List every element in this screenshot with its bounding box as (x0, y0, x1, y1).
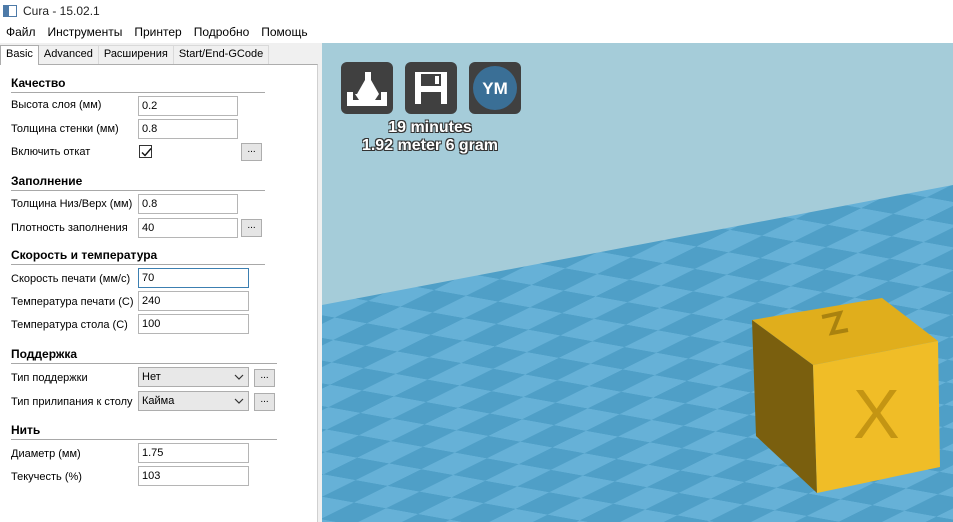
settings-tabs: Basic Advanced Расширения Start/End-GCod… (0, 45, 318, 65)
section-divider (11, 439, 277, 440)
retraction-settings-button[interactable]: ... (241, 143, 262, 161)
bottom-top-thickness-input[interactable]: 0.8 (138, 194, 238, 214)
support-type-value: Нет (142, 371, 161, 383)
fill-settings-button[interactable]: ... (241, 219, 262, 237)
adhesion-type-value: Кайма (142, 395, 175, 407)
print-material-text: 1.92 meter 6 gram (361, 137, 499, 154)
support-type-select[interactable]: Нет (138, 367, 249, 387)
save-icon (415, 72, 447, 104)
menu-help[interactable]: Помощь (255, 22, 313, 43)
filament-diameter-input[interactable]: 1.75 (138, 443, 249, 463)
section-title-support: Поддержка (11, 347, 78, 361)
section-divider (11, 92, 265, 93)
menu-machine[interactable]: Принтер (128, 22, 187, 43)
cube-x-label: X (853, 375, 900, 453)
print-speed-input[interactable]: 70 (138, 268, 249, 288)
adhesion-type-label: Тип прилипания к столу (11, 396, 133, 408)
adhesion-settings-button[interactable]: ... (254, 393, 275, 411)
section-title-filament: Нить (11, 423, 41, 437)
build-plate-scene: X (322, 43, 953, 522)
support-type-label: Тип поддержки (11, 372, 88, 384)
youmagine-button[interactable]: YM (469, 62, 521, 114)
menu-expert[interactable]: Подробно (188, 22, 256, 43)
print-temperature-label: Температура печати (С) (11, 296, 134, 308)
chevron-down-icon (234, 392, 244, 416)
menu-tools[interactable]: Инструменты (42, 22, 129, 43)
load-model-icon (347, 72, 387, 106)
retraction-checkbox[interactable] (139, 145, 152, 158)
title-bar: Cura - 15.02.1 (0, 0, 953, 22)
section-divider (11, 190, 265, 191)
bottom-top-thickness-label: Толщина Низ/Верх (мм) (11, 198, 133, 210)
section-divider (11, 363, 277, 364)
load-model-button[interactable] (341, 62, 393, 114)
menu-file[interactable]: Файл (0, 22, 42, 43)
tab-advanced[interactable]: Advanced (37, 45, 99, 64)
settings-panel: Качество Высота слоя (мм) 0.2 Толщина ст… (0, 64, 318, 522)
section-title-quality: Качество (11, 76, 66, 90)
filament-diameter-label: Диаметр (мм) (11, 448, 81, 460)
shell-thickness-input[interactable]: 0.8 (138, 119, 238, 139)
fill-density-input[interactable]: 40 (138, 218, 238, 238)
section-title-fill: Заполнение (11, 174, 83, 188)
save-gcode-button[interactable] (405, 62, 457, 114)
bed-temperature-input[interactable]: 100 (138, 314, 249, 334)
tab-start-end-gcode[interactable]: Start/End-GCode (172, 45, 270, 64)
layer-height-label: Высота слоя (мм) (11, 99, 102, 111)
flow-input[interactable]: 103 (138, 466, 249, 486)
section-title-speed: Скорость и температура (11, 248, 158, 262)
print-speed-label: Скорость печати (мм/с) (11, 273, 131, 285)
print-time-text: 19 minutes (388, 119, 472, 136)
youmagine-icon: YM (473, 66, 517, 110)
support-settings-button[interactable]: ... (254, 369, 275, 387)
tab-basic[interactable]: Basic (0, 45, 39, 65)
window-title: Cura - 15.02.1 (23, 4, 100, 18)
retraction-label: Включить откат (11, 146, 91, 158)
adhesion-type-select[interactable]: Кайма (138, 391, 249, 411)
3d-viewport[interactable]: X YM 19 minutes 1.92 meter 6 gram (322, 43, 953, 522)
bed-temperature-label: Температура стола (С) (11, 319, 128, 331)
chevron-down-icon (234, 368, 244, 392)
shell-thickness-label: Толщина стенки (мм) (11, 123, 119, 135)
section-divider (11, 264, 265, 265)
print-temperature-input[interactable]: 240 (138, 291, 249, 311)
fill-density-label: Плотность заполнения (11, 222, 128, 234)
flow-label: Текучесть (%) (11, 471, 82, 483)
tab-plugins[interactable]: Расширения (97, 45, 174, 64)
menu-bar: Файл Инструменты Принтер Подробно Помощь (0, 22, 953, 43)
svg-text:YM: YM (482, 79, 508, 98)
layer-height-input[interactable]: 0.2 (138, 96, 238, 116)
app-icon (3, 5, 17, 17)
